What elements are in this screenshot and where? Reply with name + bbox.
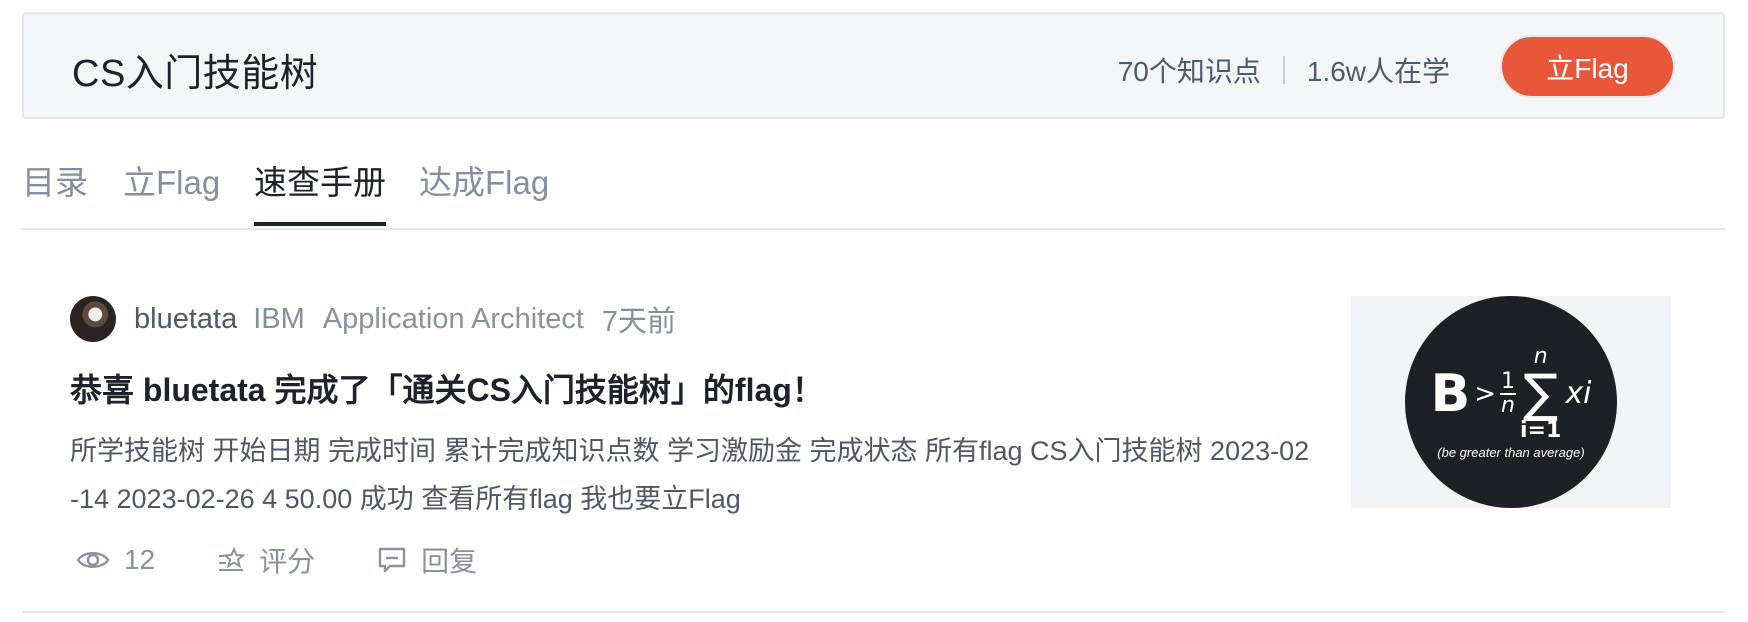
comment-icon bbox=[378, 547, 406, 573]
reply-button[interactable]: 回复 bbox=[377, 540, 477, 580]
tab-catalog[interactable]: 目录 bbox=[22, 156, 88, 226]
post-thumbnail[interactable]: B > 1 n n ∑ i=1 xi (be greater than aver… bbox=[1351, 296, 1671, 508]
tab-achieved-flag[interactable]: 达成Flag bbox=[419, 156, 549, 226]
formula-denominator: n bbox=[1501, 392, 1515, 418]
formula-sigma: n ∑ i=1 bbox=[1520, 344, 1562, 443]
tab-quick-reference-label: 速查手册 bbox=[254, 164, 386, 201]
skill-tree-title: CS入门技能树 bbox=[72, 53, 319, 95]
views-count: 12 bbox=[124, 544, 156, 575]
author-company: IBM bbox=[253, 302, 305, 335]
skill-tree-header: CS入门技能树 70个知识点 1.6w人在学 立Flag bbox=[22, 12, 1725, 119]
rate-label: 评分 bbox=[259, 546, 316, 577]
post-meta: bluetata IBM Application Architect 7天前 bbox=[70, 295, 1310, 343]
eye-icon bbox=[76, 552, 110, 568]
avatar[interactable] bbox=[70, 296, 116, 342]
active-tab-indicator bbox=[254, 222, 386, 226]
post-item[interactable]: bluetata IBM Application Architect 7天前 恭… bbox=[70, 295, 1310, 523]
author-job-title: Application Architect bbox=[322, 302, 584, 335]
formula-letter: B bbox=[1430, 363, 1471, 424]
post-time: 7天前 bbox=[601, 306, 677, 338]
rate-button[interactable]: 评分 bbox=[217, 540, 315, 580]
stat-divider bbox=[1282, 56, 1285, 84]
author-name[interactable]: bluetata bbox=[134, 303, 237, 336]
page: CS入门技能树 70个知识点 1.6w人在学 立Flag 目录 立Flag 速查… bbox=[0, 0, 1748, 622]
reply-label: 回复 bbox=[421, 546, 478, 577]
post-title[interactable]: 恭喜 bluetata 完成了「通关CS入门技能树」的flag！ bbox=[70, 365, 1310, 411]
formula-gt: > bbox=[1474, 378, 1497, 409]
sigma-bottom: i=1 bbox=[1520, 417, 1562, 443]
knowledge-points-count: 70个知识点 bbox=[1117, 56, 1261, 87]
header-stats: 70个知识点 1.6w人在学 bbox=[1118, 50, 1450, 90]
formula-caption: (be greater than average) bbox=[1437, 444, 1585, 460]
tab-quick-reference[interactable]: 速查手册 bbox=[254, 156, 386, 226]
formula-numerator: 1 bbox=[1501, 368, 1516, 394]
set-flag-button[interactable]: 立Flag bbox=[1500, 35, 1675, 98]
rate-icon bbox=[219, 546, 246, 571]
views-stat: 12 bbox=[76, 544, 155, 576]
formula-fraction: 1 n bbox=[1500, 368, 1517, 418]
formula-term: xi bbox=[1565, 376, 1592, 411]
post-abstract[interactable]: 所学技能树 开始日期 完成时间 累计完成知识点数 学习激励金 完成状态 所有fl… bbox=[70, 427, 1310, 523]
tab-bar: 目录 立Flag 速查手册 达成Flag bbox=[22, 130, 1725, 230]
learners-count: 1.6w人在学 bbox=[1306, 56, 1450, 87]
thumbnail-formula-image: B > 1 n n ∑ i=1 xi (be greater than aver… bbox=[1405, 296, 1617, 508]
tab-set-flag[interactable]: 立Flag bbox=[123, 156, 220, 226]
post-actions: 12 评分 回复 bbox=[76, 540, 539, 580]
sigma-symbol: ∑ bbox=[1523, 363, 1559, 424]
formula: B > 1 n n ∑ i=1 xi bbox=[1430, 344, 1592, 443]
post-divider bbox=[22, 611, 1725, 613]
